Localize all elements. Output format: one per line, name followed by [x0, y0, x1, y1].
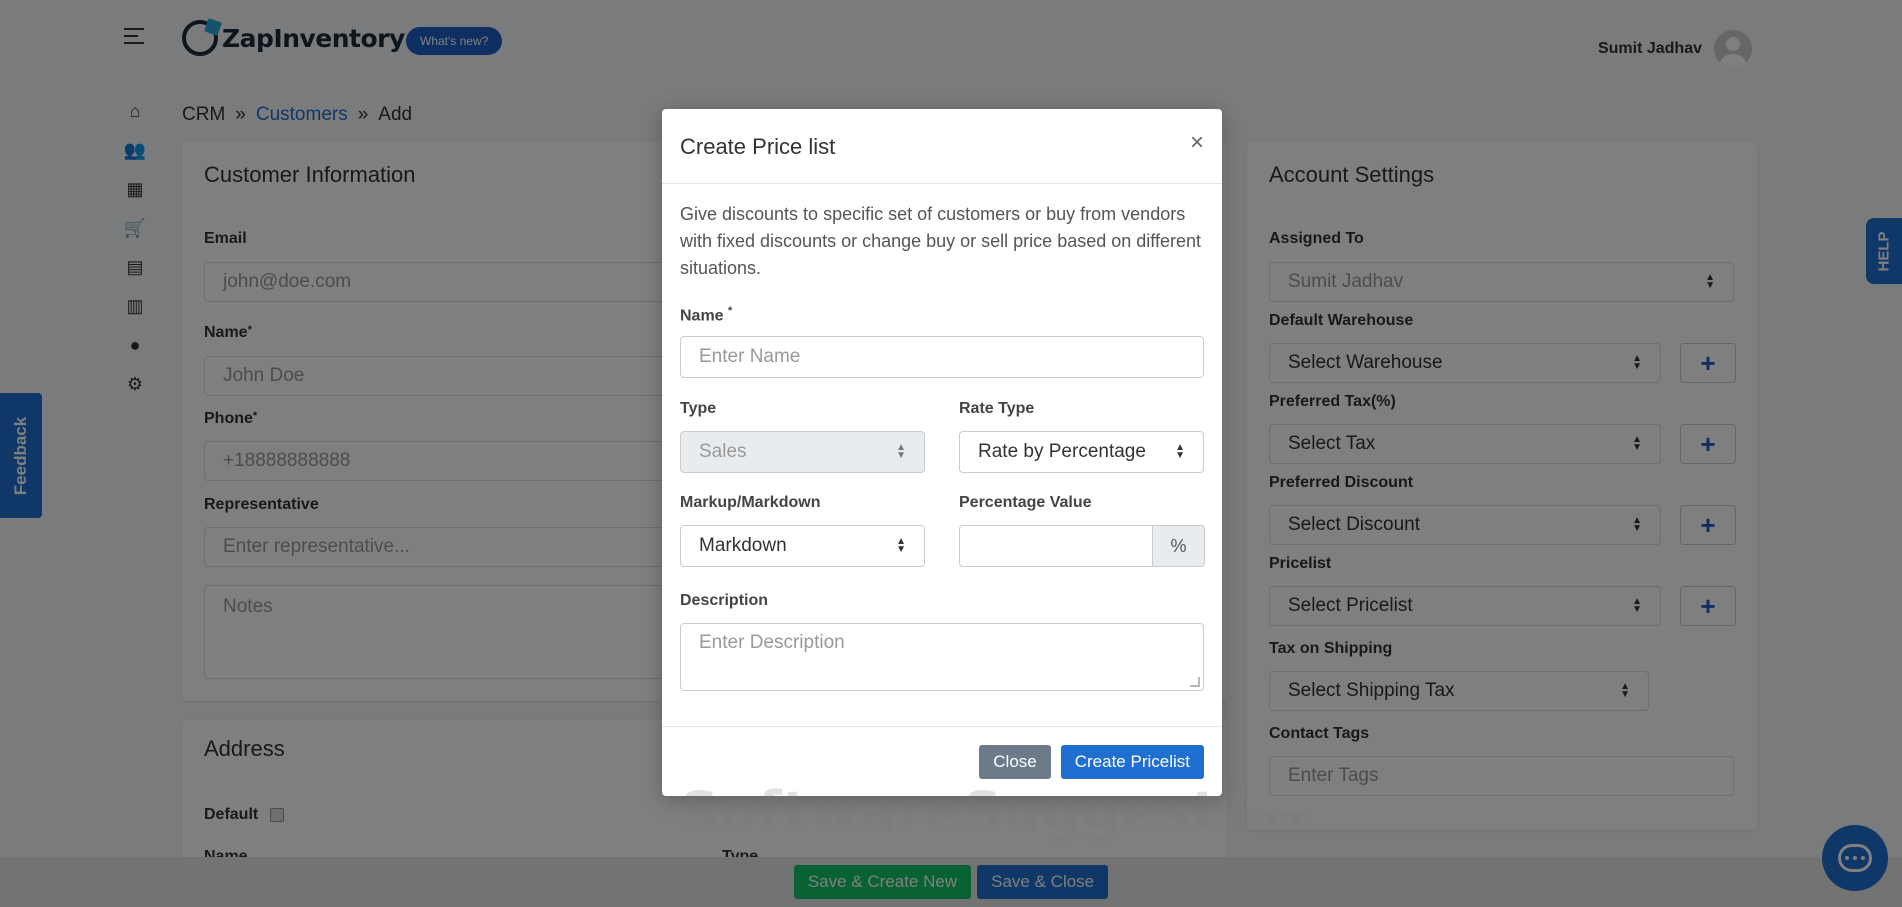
description-textarea[interactable]: Enter Description	[680, 623, 1204, 691]
name-label-wrap: Name *	[680, 305, 732, 325]
type-label: Type	[680, 400, 717, 417]
description-label: Description	[680, 592, 769, 609]
pricelist-name-label: Name	[680, 307, 724, 325]
required-mark: *	[728, 305, 733, 317]
close-icon[interactable]: ×	[1190, 129, 1204, 157]
select-arrows-icon: ▲▼	[896, 442, 906, 461]
rate-type-select[interactable]: Rate by Percentage ▲ ▼	[959, 431, 1204, 473]
close-button[interactable]: Close	[979, 744, 1051, 779]
watermark-main: SoftwareSuggest	[680, 780, 1220, 843]
resize-handle-icon[interactable]	[1190, 677, 1200, 687]
description-placeholder: Enter Description	[699, 632, 845, 653]
percentage-input[interactable]	[959, 525, 1153, 567]
create-pricelist-button[interactable]: Create Pricelist	[1060, 744, 1204, 779]
markup-label: Markup/Markdown	[680, 494, 821, 511]
type-select: Sales ▲ ▼	[680, 431, 925, 473]
percentage-label: Percentage Value	[959, 494, 1092, 511]
modal-title: Create Price list	[680, 134, 836, 159]
percent-addon: %	[1153, 525, 1205, 567]
markup-value: Markdown	[699, 535, 787, 556]
modal-description: Give discounts to specific set of custom…	[680, 204, 1201, 278]
watermark-suffix: .com	[1219, 799, 1315, 839]
markup-select[interactable]: Markdown ▲ ▼	[680, 525, 925, 567]
type-value: Sales	[699, 441, 747, 462]
watermark: SoftwareSuggest.com	[680, 780, 1315, 843]
modal-header: Create Price list ×	[662, 109, 1222, 184]
rate-type-label: Rate Type	[959, 400, 1035, 417]
rate-type-value: Rate by Percentage	[978, 441, 1146, 462]
create-pricelist-modal: Create Price list × Give discounts to sp…	[662, 109, 1222, 796]
select-arrows-icon: ▲▼	[896, 536, 906, 555]
select-arrows-icon: ▲▼	[1175, 442, 1185, 461]
pricelist-name-input[interactable]: Enter Name	[680, 336, 1204, 378]
